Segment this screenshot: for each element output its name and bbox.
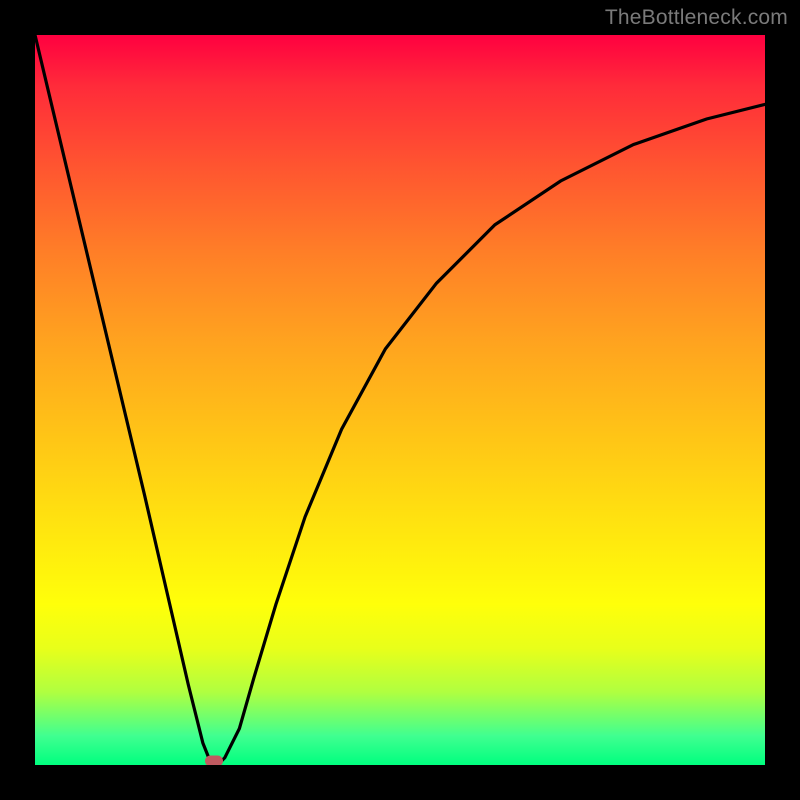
watermark-text: TheBottleneck.com	[605, 6, 788, 30]
chart-frame: TheBottleneck.com	[0, 0, 800, 800]
curve-path	[35, 35, 765, 765]
bottleneck-curve	[35, 35, 765, 765]
plot-area	[35, 35, 765, 765]
optimal-point-marker	[205, 756, 223, 765]
